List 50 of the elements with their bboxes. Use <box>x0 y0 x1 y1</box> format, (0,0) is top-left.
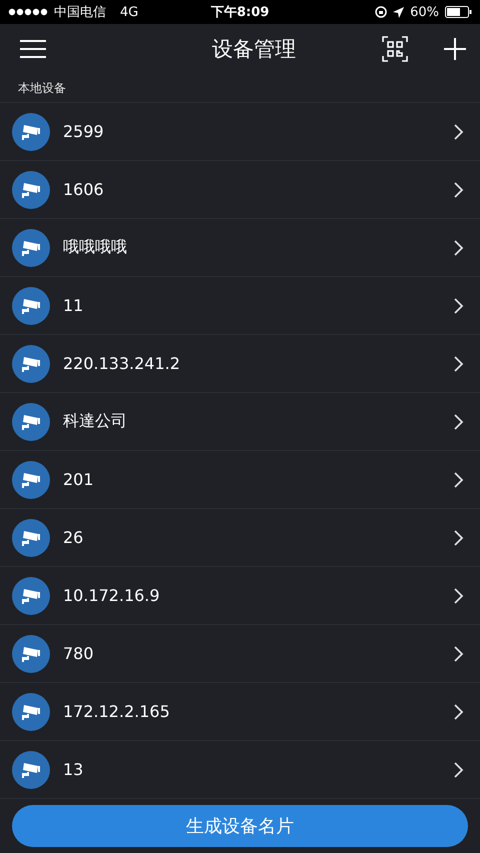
camera-icon <box>12 750 50 788</box>
device-name: 2599 <box>63 122 105 141</box>
camera-icon <box>12 228 50 266</box>
chevron-icon <box>454 414 464 430</box>
network-type: 4G <box>120 4 138 20</box>
device-name: 13 <box>63 760 84 779</box>
add-button[interactable] <box>444 38 466 60</box>
battery-percent: 60% <box>410 4 439 20</box>
generate-card-button[interactable]: 生成设备名片 <box>12 805 468 847</box>
chevron-icon <box>454 298 464 314</box>
signal-icon <box>8 8 48 16</box>
chevron-icon <box>454 356 464 372</box>
camera-icon <box>12 344 50 382</box>
camera-icon <box>12 402 50 440</box>
device-name: 26 <box>63 528 84 547</box>
camera-icon <box>12 518 50 556</box>
chevron-icon <box>454 646 464 662</box>
device-name: 11 <box>63 296 84 315</box>
chevron-icon <box>454 240 464 256</box>
qr-scan-button[interactable] <box>382 36 408 62</box>
clock: 下午8:09 <box>210 4 270 21</box>
device-name: 172.12.2.165 <box>63 702 171 721</box>
battery-icon <box>445 6 472 18</box>
chevron-icon <box>454 472 464 488</box>
chevron-icon <box>454 124 464 140</box>
device-name: 201 <box>63 470 95 489</box>
device-name: 220.133.241.2 <box>63 354 182 373</box>
page-title: 设备管理 <box>211 36 297 63</box>
device-name: 1606 <box>63 180 105 199</box>
device-name: 科達公司 <box>63 411 128 432</box>
camera-icon <box>12 286 50 324</box>
camera-icon <box>12 460 50 498</box>
chevron-icon <box>454 704 464 720</box>
camera-icon <box>12 170 50 208</box>
device-name: 哦哦哦哦 <box>63 237 128 258</box>
device-name: 10.172.16.9 <box>63 586 161 605</box>
location-icon <box>393 6 404 18</box>
rotation-lock-icon <box>375 6 388 18</box>
section-title: 本地设备 <box>18 80 66 96</box>
device-name: 780 <box>63 644 95 663</box>
chevron-icon <box>454 588 464 604</box>
camera-icon <box>12 576 50 614</box>
camera-icon <box>12 634 50 672</box>
camera-icon <box>12 112 50 150</box>
carrier-name: 中国电信 <box>54 4 106 21</box>
camera-icon <box>12 692 50 730</box>
chevron-icon <box>454 762 464 778</box>
menu-button[interactable] <box>20 39 46 59</box>
chevron-icon <box>454 530 464 546</box>
chevron-icon <box>454 182 464 198</box>
